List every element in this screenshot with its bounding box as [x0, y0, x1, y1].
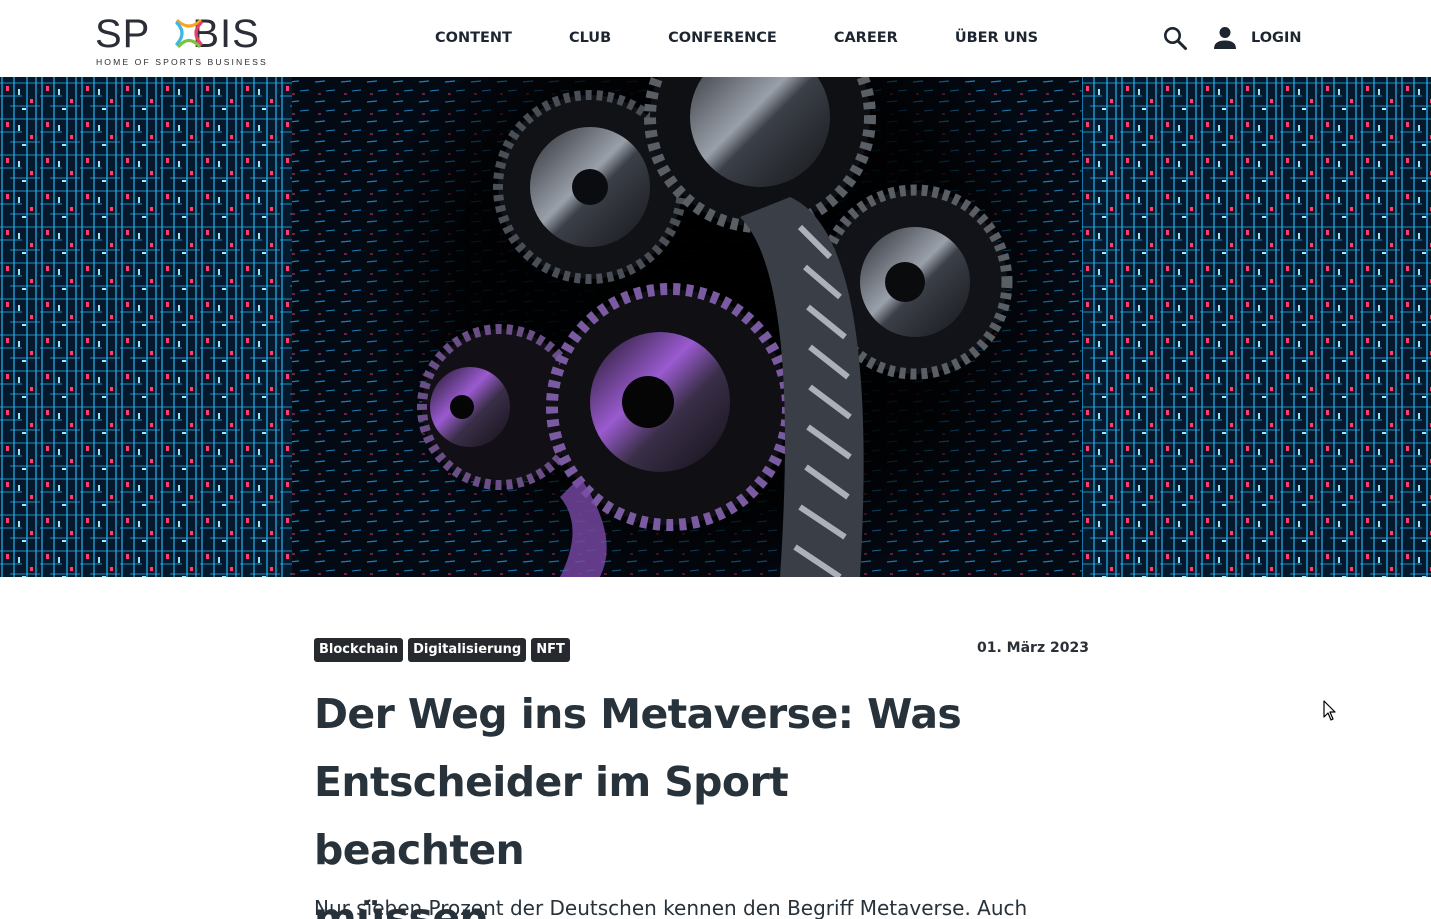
article-lead: Nur sieben Prozent der Deutschen kennen …	[314, 896, 1028, 919]
article-date: 01. März 2023	[977, 640, 1089, 656]
logo-wordmark-left: SP	[95, 12, 151, 56]
mouse-cursor-icon	[1323, 700, 1336, 721]
user-icon	[1214, 27, 1236, 49]
nav-item-conference[interactable]: CONFERENCE	[668, 28, 777, 48]
nav-item-club[interactable]: CLUB	[569, 28, 611, 48]
headline-line-2: Entscheider im Sport beachten	[314, 758, 789, 874]
logo-emblem-icon	[175, 19, 203, 48]
login-label: LOGIN	[1251, 30, 1302, 46]
main-nav: CONTENT CLUB CONFERENCE CAREER ÜBER UNS	[435, 28, 1038, 48]
site-header: SP BIS HOME OF SPORTS BUSINESS CONTENT CL…	[0, 0, 1431, 77]
nav-item-ueber-uns[interactable]: ÜBER UNS	[955, 28, 1038, 48]
nav-item-career[interactable]: CAREER	[834, 28, 898, 48]
tag-blockchain[interactable]: Blockchain	[314, 638, 404, 662]
search-icon[interactable]	[1162, 25, 1188, 51]
headline-line-1: Der Weg ins Metaverse: Was	[314, 690, 962, 738]
tag-digitalisierung[interactable]: Digitalisierung	[408, 638, 527, 662]
login-button[interactable]: LOGIN	[1214, 25, 1301, 51]
hero-image	[0, 77, 1431, 577]
article-headline: Der Weg ins Metaverse: Was Entscheider i…	[314, 680, 1004, 919]
article-tags: Blockchain Digitalisierung NFT	[314, 638, 575, 662]
spobis-logo[interactable]: SP BIS HOME OF SPORTS BUSINESS	[95, 14, 300, 68]
tag-nft[interactable]: NFT	[531, 638, 570, 662]
logo-tagline: HOME OF SPORTS BUSINESS	[96, 57, 268, 67]
nav-item-content[interactable]: CONTENT	[435, 28, 512, 48]
